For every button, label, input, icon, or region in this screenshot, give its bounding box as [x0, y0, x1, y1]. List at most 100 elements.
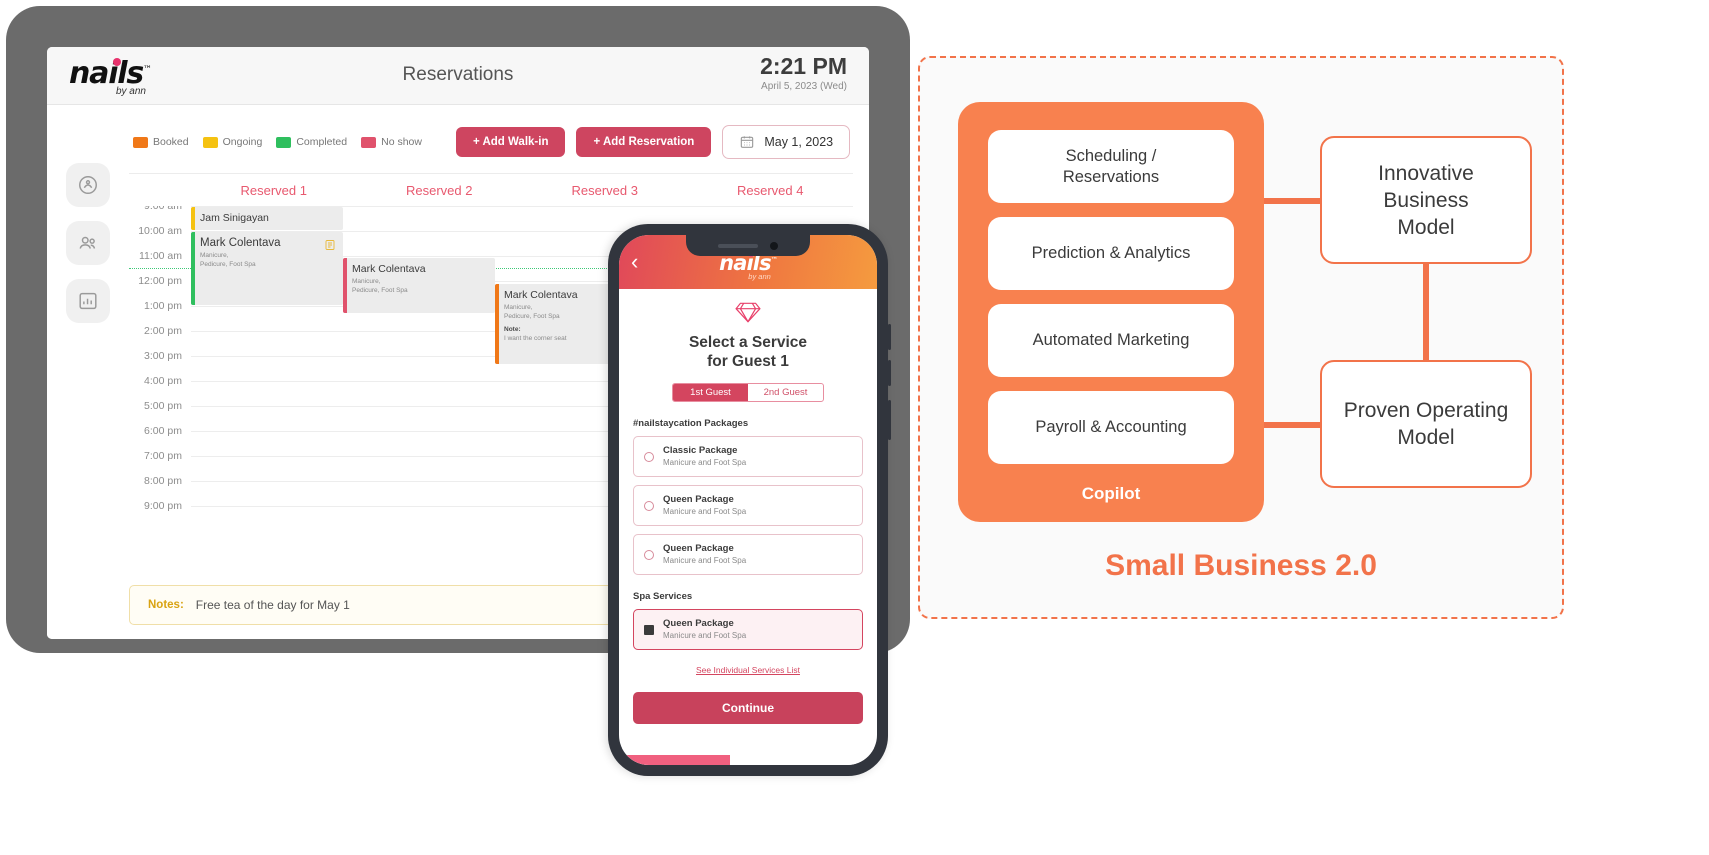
sidebar-item-reports[interactable] [66, 279, 110, 323]
legend-swatch-completed [276, 136, 292, 148]
individual-services-link[interactable]: See Individual Services List [696, 665, 800, 675]
service-option-selected[interactable]: Queen Package Manicure and Foot Spa [633, 609, 863, 650]
service-name: Classic Package [663, 445, 738, 456]
time-label: 4:00 pm [144, 375, 182, 387]
date-picker-value: May 1, 2023 [764, 135, 834, 149]
clock-date: April 5, 2023 (Wed) [761, 81, 847, 92]
column-header-reserved-3[interactable]: Reserved 3 [522, 183, 688, 198]
phone-progress-fill [619, 755, 730, 765]
screenshot-root: nails™ by ann Reservations 2:21 PM April… [0, 0, 1709, 855]
legend-item-booked: Booked [133, 136, 189, 148]
feature-prediction-analytics[interactable]: Prediction & Analytics [988, 217, 1234, 290]
service-option[interactable]: Classic Package Manicure and Foot Spa [633, 436, 863, 477]
service-name: Queen Package [663, 494, 734, 505]
outcome-proven-operating-model[interactable]: Proven Operating Model [1320, 360, 1532, 488]
appointment-card[interactable]: Mark Colentava Manicure, Pedicure, Foot S… [343, 258, 495, 313]
feature-automated-marketing[interactable]: Automated Marketing [988, 304, 1234, 377]
service-name: Queen Package [663, 618, 734, 629]
outcome-proven-line2: Model [1397, 426, 1455, 449]
service-text: Queen Package Manicure and Foot Spa [663, 618, 746, 641]
section-title-packages: #nailstaycation Packages [633, 418, 749, 429]
copilot-diagram: Scheduling / Reservations Prediction & A… [958, 102, 1532, 522]
connector-innovative-to-proven [1423, 262, 1429, 362]
page-title: Reservations [402, 64, 514, 85]
phone-volume-down-button[interactable] [888, 360, 891, 386]
service-option[interactable]: Queen Package Manicure and Foot Spa [633, 485, 863, 526]
appointment-card[interactable]: Jam Sinigayan [191, 207, 343, 230]
appointment-name: Jam Sinigayan [200, 212, 269, 224]
legend-swatch-ongoing [202, 136, 218, 148]
continue-button[interactable]: Continue [633, 692, 863, 724]
app-header: nails™ by ann Reservations 2:21 PM April… [47, 47, 869, 105]
phone-device-frame: ‹ nails™ by ann Select a Service for Gue… [608, 224, 891, 776]
time-label: 6:00 pm [144, 425, 182, 437]
copilot-group: Scheduling / Reservations Prediction & A… [958, 102, 1264, 522]
outcome-innovative-business-model[interactable]: Innovative Business Model [1320, 136, 1532, 264]
add-reservation-button[interactable]: + Add Reservation [576, 127, 712, 157]
legend-label-completed: Completed [296, 136, 348, 148]
connector-copilot-to-innovative [1264, 198, 1322, 204]
column-header-reserved-4[interactable]: Reserved 4 [688, 183, 854, 198]
service-option[interactable]: Queen Package Manicure and Foot Spa [633, 534, 863, 575]
legend-item-completed: Completed [276, 136, 347, 148]
tab-1st-guest[interactable]: 1st Guest [673, 384, 748, 401]
phone-camera [770, 241, 778, 250]
appointment-services: Manicure, Pedicure, Foot Spa [352, 278, 408, 294]
sidebar-rail [47, 105, 129, 639]
time-label: 9:00 pm [144, 500, 182, 512]
phone-body: Select a Service for Guest 1 1st Guest 2… [619, 289, 877, 724]
sidebar-item-customers[interactable] [66, 221, 110, 265]
add-walkin-button[interactable]: + Add Walk-in [455, 127, 566, 157]
time-label: 10:00 am [138, 225, 182, 237]
time-label: 3:00 pm [144, 350, 182, 362]
radio-icon[interactable] [644, 451, 654, 462]
date-picker[interactable]: May 1, 2023 [722, 125, 851, 159]
column-header-reserved-1[interactable]: Reserved 1 [191, 183, 357, 198]
schedule-column-headers: Reserved 1 Reserved 2 Reserved 3 Reserve… [129, 174, 853, 206]
radio-icon[interactable] [644, 500, 654, 511]
phone-page-title: Select a Service for Guest 1 [633, 333, 863, 371]
phone-power-button[interactable] [888, 400, 891, 440]
radio-icon[interactable] [644, 549, 654, 560]
appointment-name: Mark Colentava [200, 237, 281, 249]
panel-title: Small Business 2.0 [1105, 549, 1377, 582]
radio-icon-checked[interactable] [644, 624, 654, 635]
column-header-reserved-2[interactable]: Reserved 2 [357, 183, 523, 198]
service-text: Queen Package Manicure and Foot Spa [663, 494, 746, 517]
service-sub: Manicure and Foot Spa [663, 507, 747, 516]
time-label: 9:00 am [144, 206, 182, 212]
legend-label-noshow: No show [381, 136, 422, 148]
section-title-spa: Spa Services [633, 591, 693, 602]
phone-title-line2: for Guest 1 [707, 353, 789, 370]
reports-icon [79, 292, 97, 310]
copilot-label: Copilot [1081, 484, 1141, 503]
sidebar-item-appointments[interactable] [66, 163, 110, 207]
outcome-innovative-line2: Model [1397, 215, 1455, 239]
phone-speaker [718, 243, 758, 248]
appointment-note-text: I want the corner seat [504, 334, 567, 342]
clock-time: 2:21 PM [760, 53, 847, 79]
diamond-icon [633, 301, 863, 328]
feature-scheduling-line1: Scheduling / [1065, 146, 1157, 165]
phone-volume-up-button[interactable] [888, 324, 891, 350]
time-gutter-spacer [129, 183, 191, 198]
feature-scheduling[interactable]: Scheduling / Reservations [988, 130, 1234, 203]
calendar-icon [741, 136, 754, 148]
feature-payroll-accounting[interactable]: Payroll & Accounting [988, 391, 1234, 464]
appointment-name: Mark Colentava [352, 263, 426, 275]
legend-item-noshow: No show [361, 136, 422, 148]
service-name: Queen Package [663, 543, 734, 554]
phone-title-line1: Select a Service [688, 334, 808, 351]
outcome-innovative-text: Innovative Business Model [1338, 160, 1514, 241]
tab-2nd-guest[interactable]: 2nd Guest [748, 384, 823, 401]
back-chevron-icon[interactable]: ‹ [631, 251, 638, 273]
legend-swatch-booked [133, 136, 148, 148]
feature-scheduling-text: Scheduling / Reservations [1063, 146, 1159, 188]
service-text: Classic Package Manicure and Foot Spa [663, 445, 746, 468]
appointment-card[interactable]: Mark Colentava Manicure, Pedicure, Foot S… [191, 232, 343, 305]
notes-text: Free tea of the day for May 1 [195, 598, 350, 612]
time-label: 1:00 pm [144, 300, 182, 312]
note-icon[interactable] [324, 238, 336, 257]
connector-copilot-to-proven [1264, 422, 1322, 428]
outcome-proven-line1: Proven Operating [1343, 399, 1509, 422]
